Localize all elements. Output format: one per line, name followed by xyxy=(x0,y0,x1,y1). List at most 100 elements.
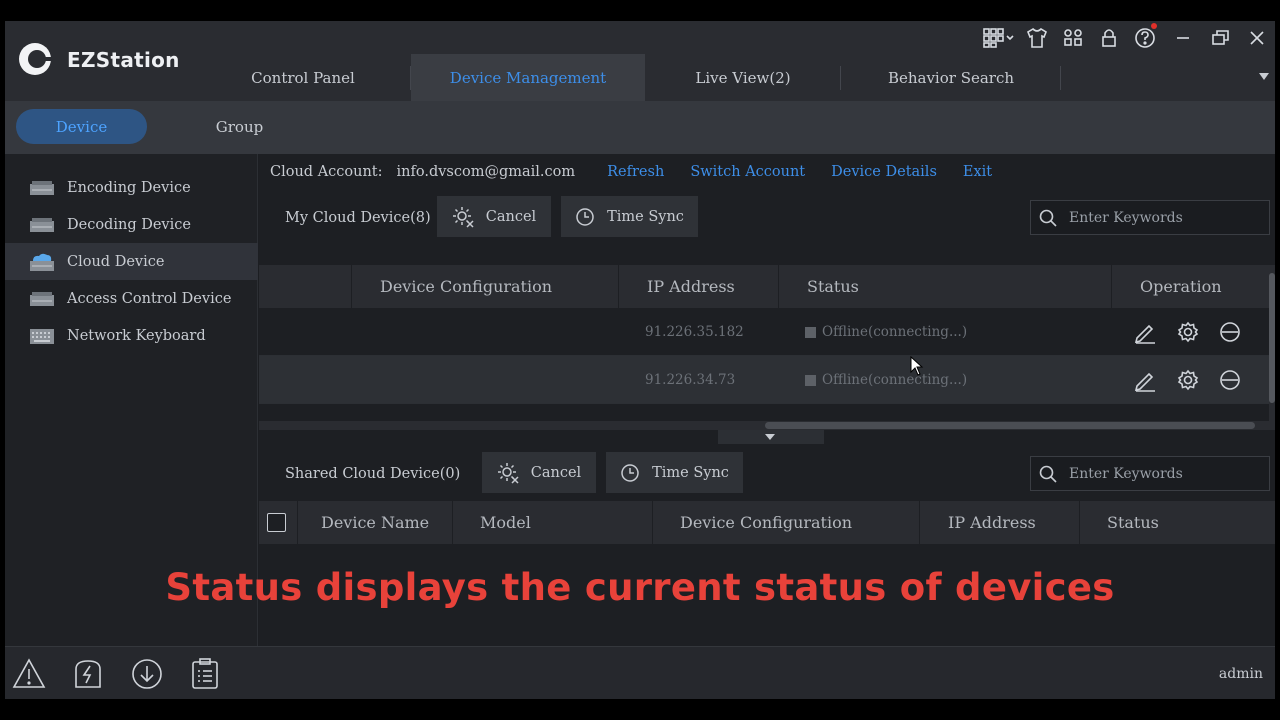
time-sync-button-label: Time Sync xyxy=(652,464,729,481)
my-cloud-table-header: Device Configuration IP Address Status O… xyxy=(259,265,1275,308)
notification-dot xyxy=(1151,23,1157,29)
main-tabs: Control Panel Device Management Live Vie… xyxy=(195,54,1061,101)
ezstation-logo xyxy=(19,43,53,75)
shared-cancel-button[interactable]: Cancel xyxy=(482,452,596,493)
shared-cloud-device-title: Shared Cloud Device(0) xyxy=(285,466,461,482)
column-header[interactable]: Device Name xyxy=(297,501,452,544)
column-header[interactable]: Device Configuration xyxy=(351,265,617,308)
refresh-link[interactable]: Refresh xyxy=(607,164,664,180)
column-header[interactable]: IP Address xyxy=(919,501,1079,544)
my-cloud-horizontal-scrollbar[interactable] xyxy=(259,421,1269,430)
subtab-group[interactable]: Group xyxy=(174,109,305,144)
status-cell: Offline(connecting...) xyxy=(805,356,967,404)
sidebar-item-access-control-device[interactable]: Access Control Device xyxy=(5,280,258,317)
app-name: EZStation xyxy=(67,48,180,72)
subtab-device[interactable]: Device xyxy=(16,109,147,144)
column-header[interactable]: Device Configuration xyxy=(652,501,919,544)
scrollbar-thumb[interactable] xyxy=(1269,273,1275,403)
my-cloud-device-title: My Cloud Device(8) xyxy=(285,210,431,226)
encoder-icon xyxy=(30,180,54,195)
exit-link[interactable]: Exit xyxy=(963,164,992,180)
lock-icon[interactable] xyxy=(1091,23,1127,53)
my-cloud-search[interactable] xyxy=(1030,200,1270,235)
status-cell: Offline(connecting...) xyxy=(805,308,967,356)
settings-gear-icon[interactable] xyxy=(1177,369,1199,391)
device-details-link[interactable]: Device Details xyxy=(831,164,937,180)
clock-icon xyxy=(576,207,594,226)
download-icon[interactable] xyxy=(130,657,164,691)
shared-cloud-search[interactable] xyxy=(1030,456,1270,491)
status-footer: admin xyxy=(5,646,1275,699)
shared-time-sync-button[interactable]: Time Sync xyxy=(606,452,743,493)
sidebar-item-encoding-device[interactable]: Encoding Device xyxy=(5,169,258,206)
column-header[interactable]: Status xyxy=(778,265,1111,308)
video-caption: Status displays the current status of de… xyxy=(165,566,1115,609)
layout-grid-icon[interactable] xyxy=(979,23,1019,53)
browser-ie-icon[interactable] xyxy=(1219,321,1241,343)
time-sync-button[interactable]: Time Sync xyxy=(561,196,698,237)
sidebar-item-label: Decoding Device xyxy=(67,216,191,233)
browser-ie-icon[interactable] xyxy=(1219,369,1241,391)
sub-tabs: Device Group xyxy=(5,101,1275,154)
edit-pencil-icon[interactable] xyxy=(1133,368,1157,392)
skin-shirt-icon[interactable] xyxy=(1019,23,1055,53)
help-icon[interactable] xyxy=(1127,23,1163,53)
column-header[interactable]: Status xyxy=(1079,501,1275,544)
cloud-account-label: Cloud Account: xyxy=(270,164,383,180)
row-operations xyxy=(1107,308,1267,356)
search-icon xyxy=(1039,465,1057,483)
cancel-button-label: Cancel xyxy=(530,464,582,481)
cloud-device-icon xyxy=(30,253,54,271)
status-text: Offline(connecting...) xyxy=(822,324,968,340)
shared-cloud-table-header: Device Name Model Device Configuration I… xyxy=(259,501,1275,544)
keyboard-icon xyxy=(30,328,54,344)
ip-address-cell: 91.226.35.182 xyxy=(645,324,744,340)
ip-address-cell: 91.226.34.73 xyxy=(645,372,736,388)
title-bar: EZStation Control Panel Device Managemen… xyxy=(5,21,1275,101)
alarm-bolt-icon[interactable] xyxy=(71,657,105,691)
offline-status-icon xyxy=(805,326,816,338)
sidebar-item-cloud-device[interactable]: Cloud Device xyxy=(5,243,258,280)
switch-account-link[interactable]: Switch Account xyxy=(690,164,805,180)
cancel-button[interactable]: Cancel xyxy=(437,196,551,237)
restore-icon[interactable] xyxy=(1203,23,1239,53)
sidebar-item-label: Network Keyboard xyxy=(67,327,206,344)
minimize-icon[interactable] xyxy=(1163,23,1203,53)
tab-live-view[interactable]: Live View(2) xyxy=(645,54,841,101)
row-operations xyxy=(1107,356,1267,404)
search-input[interactable] xyxy=(1069,465,1259,482)
sidebar-item-label: Cloud Device xyxy=(67,253,165,270)
window-toolbar xyxy=(979,23,1275,53)
tabs-overflow-dropdown[interactable] xyxy=(1259,73,1269,80)
scrollbar-thumb[interactable] xyxy=(765,422,1255,429)
close-icon[interactable] xyxy=(1239,23,1275,53)
apps-icon[interactable] xyxy=(1055,23,1091,53)
current-user: admin xyxy=(1218,666,1263,682)
status-text: Offline(connecting...) xyxy=(822,372,968,388)
cancel-gear-icon xyxy=(452,206,474,228)
clipboard-log-icon[interactable] xyxy=(188,657,222,691)
tab-device-management[interactable]: Device Management xyxy=(411,54,645,101)
sidebar-item-label: Encoding Device xyxy=(67,179,191,196)
column-header[interactable]: Model xyxy=(452,501,652,544)
tab-behavior-search[interactable]: Behavior Search xyxy=(841,54,1061,101)
clock-icon xyxy=(621,463,639,482)
my-cloud-vertical-scrollbar[interactable] xyxy=(1269,265,1275,430)
table-row[interactable]: 91.226.35.182 Offline(connecting...) xyxy=(259,308,1275,356)
select-all-checkbox[interactable] xyxy=(267,513,286,532)
search-input[interactable] xyxy=(1069,209,1259,226)
column-header[interactable]: IP Address xyxy=(618,265,778,308)
settings-gear-icon[interactable] xyxy=(1177,321,1199,343)
table-row[interactable]: 91.226.34.73 Offline(connecting...) xyxy=(259,356,1275,404)
edit-pencil-icon[interactable] xyxy=(1133,320,1157,344)
offline-status-icon xyxy=(805,374,816,386)
sidebar-item-network-keyboard[interactable]: Network Keyboard xyxy=(5,317,258,354)
panel-splitter-handle[interactable] xyxy=(718,430,824,444)
column-header[interactable]: Operation xyxy=(1111,265,1275,308)
sidebar-item-decoding-device[interactable]: Decoding Device xyxy=(5,206,258,243)
tab-control-panel[interactable]: Control Panel xyxy=(195,54,411,101)
warning-icon[interactable] xyxy=(12,657,46,691)
decoder-icon xyxy=(30,217,54,232)
cancel-button-label: Cancel xyxy=(485,208,537,225)
mouse-cursor-icon xyxy=(910,356,924,376)
